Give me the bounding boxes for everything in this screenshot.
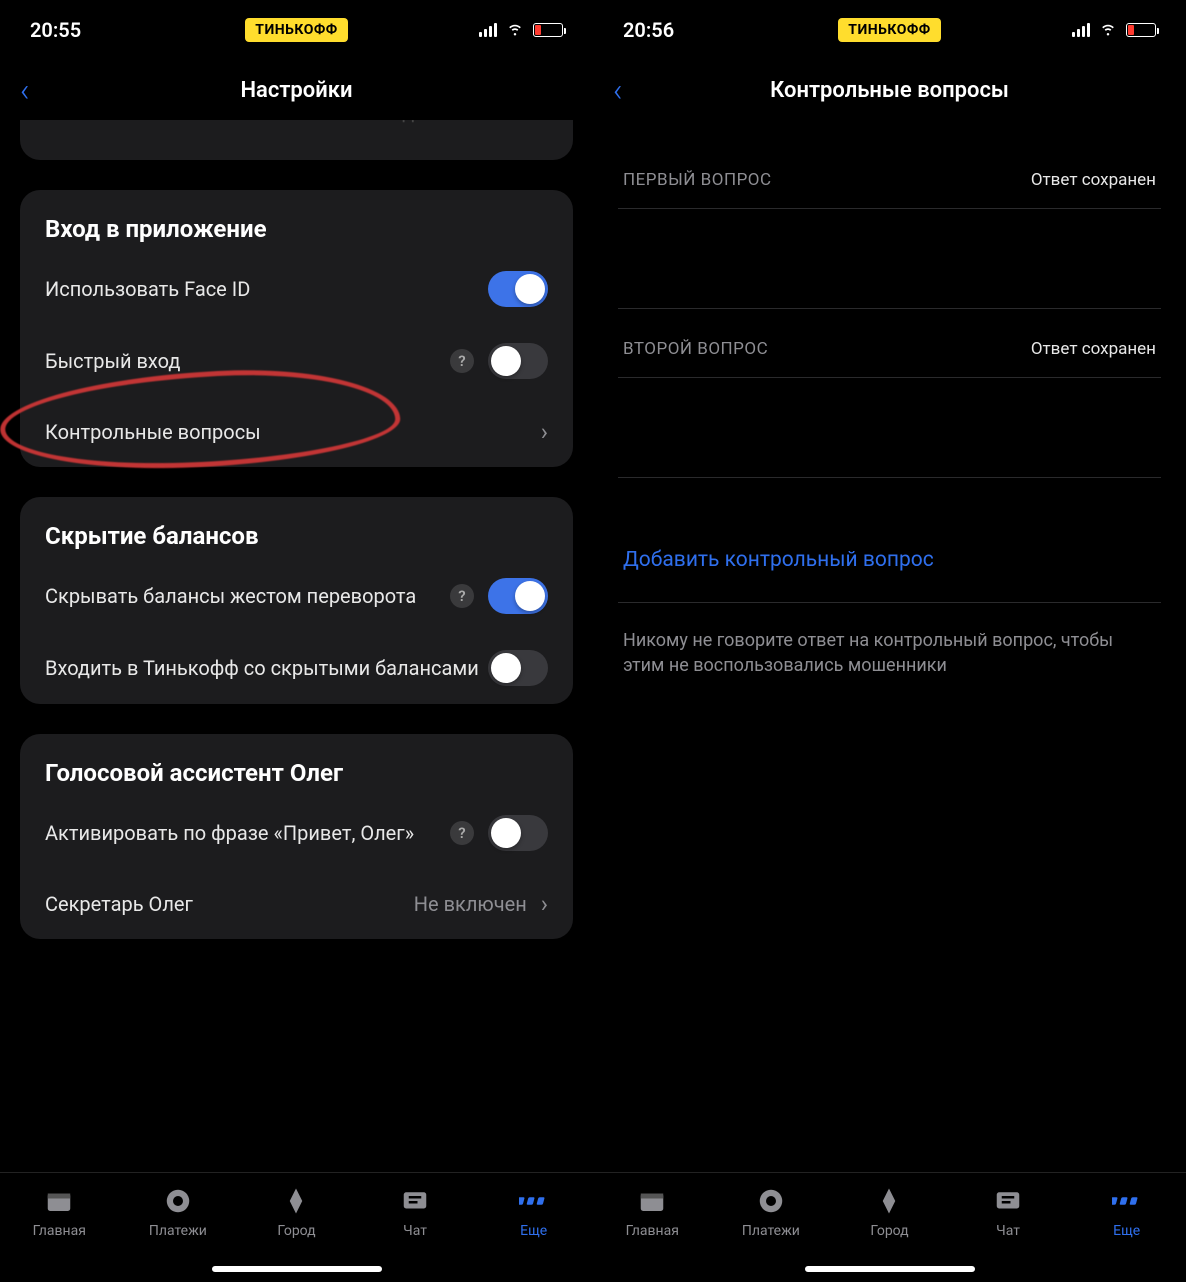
row-quick-login[interactable]: Быстрый вход ? (20, 325, 573, 397)
hidden-login-label: Входить в Тинькофф со скрытыми балансами (45, 656, 488, 681)
questions-content[interactable]: ПЕРВЫЙ ВОПРОС Ответ сохранен ВТОРОЙ ВОПР… (593, 120, 1186, 1172)
wifi-icon (1098, 18, 1118, 43)
help-icon[interactable]: ? (450, 821, 474, 845)
chevron-right-icon: › (541, 418, 548, 446)
chat-icon (992, 1185, 1024, 1217)
status-time: 20:56 (623, 18, 743, 42)
activate-phrase-label: Активировать по фразе «Привет, Олег» (45, 821, 450, 846)
row-secretary[interactable]: Секретарь Олег Не включен › (20, 869, 573, 939)
tab-chat-label: Чат (403, 1223, 427, 1239)
tab-city-label: Город (277, 1223, 315, 1239)
tab-more[interactable]: Еще (489, 1185, 579, 1239)
status-indicators (1036, 18, 1156, 43)
city-icon (280, 1185, 312, 1217)
card-voice-assistant: Голосовой ассистент Олег Активировать по… (20, 734, 573, 939)
card-title-assistant: Голосовой ассистент Олег (20, 734, 573, 797)
tab-city[interactable]: Город (844, 1185, 934, 1239)
home-indicator[interactable] (805, 1266, 975, 1272)
tab-more-label: Еще (1113, 1223, 1140, 1239)
question-2-status: Ответ сохранен (1031, 339, 1156, 359)
row-hide-gesture[interactable]: Скрывать балансы жестом переворота ? (20, 560, 573, 632)
card-title-login: Вход в приложение (20, 190, 573, 253)
cellular-icon (479, 23, 497, 37)
face-id-label: Использовать Face ID (45, 277, 488, 302)
chevron-right-icon: › (541, 890, 548, 918)
row-activate-phrase[interactable]: Активировать по фразе «Привет, Олег» ? (20, 797, 573, 869)
row-hidden-login[interactable]: Входить в Тинькофф со скрытыми балансами (20, 632, 573, 704)
hide-gesture-toggle[interactable] (488, 578, 548, 614)
question-1-status: Ответ сохранен (1031, 170, 1156, 190)
home-icon (636, 1185, 668, 1217)
card-hide-balances: Скрытие балансов Скрывать балансы жестом… (20, 497, 573, 704)
statusbar: 20:56 ТИНЬКОФФ (593, 0, 1186, 60)
navbar: ‹ Контрольные вопросы (593, 60, 1186, 120)
security-questions-label: Контрольные вопросы (45, 420, 541, 445)
battery-icon (533, 23, 563, 37)
tab-home[interactable]: Главная (14, 1185, 104, 1239)
quick-login-toggle[interactable] (488, 343, 548, 379)
city-icon (873, 1185, 905, 1217)
tab-chat[interactable]: Чат (370, 1185, 460, 1239)
brand-badge: ТИНЬКОФФ (245, 18, 347, 42)
card-app-login: Вход в приложение Использовать Face ID Б… (20, 190, 573, 467)
hidden-login-toggle[interactable] (488, 650, 548, 686)
row-face-id[interactable]: Использовать Face ID (20, 253, 573, 325)
wifi-icon (505, 18, 525, 43)
battery-icon (1126, 23, 1156, 37)
payments-icon (755, 1185, 787, 1217)
phone-questions-screen: 20:56 ТИНЬКОФФ ‹ Контрольные вопросы ПЕР… (593, 0, 1186, 1282)
question-2-section[interactable]: ВТОРОЙ ВОПРОС Ответ сохранен (618, 319, 1161, 478)
add-question-link[interactable]: Добавить контрольный вопрос (618, 518, 1161, 603)
quick-login-label: Быстрый вход (45, 349, 450, 374)
tab-payments-label: Платежи (149, 1223, 207, 1239)
tab-payments-label: Платежи (742, 1223, 800, 1239)
hide-gesture-label: Скрывать балансы жестом переворота (45, 584, 450, 609)
home-icon (43, 1185, 75, 1217)
secretary-label: Секретарь Олег (45, 892, 414, 917)
help-icon[interactable]: ? (450, 349, 474, 373)
settings-content[interactable]: Тема Всегда тёмная тема Вход в приложени… (0, 120, 593, 1172)
face-id-toggle[interactable] (488, 271, 548, 307)
question-1-label: ПЕРВЫЙ ВОПРОС (623, 170, 772, 190)
page-title: Настройки (0, 78, 593, 103)
statusbar: 20:55 ТИНЬКОФФ (0, 0, 593, 60)
tab-payments[interactable]: Платежи (133, 1185, 223, 1239)
security-hint: Никому не говорите ответ на контрольный … (618, 603, 1161, 703)
tab-city[interactable]: Город (251, 1185, 341, 1239)
question-2-body[interactable] (618, 378, 1161, 478)
more-icon (518, 1185, 550, 1217)
back-button[interactable]: ‹ (613, 71, 623, 109)
tab-chat[interactable]: Чат (963, 1185, 1053, 1239)
payments-icon (162, 1185, 194, 1217)
tab-home-label: Главная (33, 1223, 86, 1239)
tab-payments[interactable]: Платежи (726, 1185, 816, 1239)
card-appearance-truncated: Тема Всегда тёмная тема (20, 120, 573, 160)
cellular-icon (1072, 23, 1090, 37)
page-title: Контрольные вопросы (593, 78, 1186, 103)
brand-badge: ТИНЬКОФФ (838, 18, 940, 42)
secretary-value: Не включен (414, 892, 527, 916)
tab-chat-label: Чат (996, 1223, 1020, 1239)
phone-settings-screen: 20:55 ТИНЬКОФФ ‹ Настройки Тема Всегда т… (0, 0, 593, 1282)
question-1-section[interactable]: ПЕРВЫЙ ВОПРОС Ответ сохранен (618, 150, 1161, 309)
status-time: 20:55 (30, 18, 150, 42)
tab-home[interactable]: Главная (607, 1185, 697, 1239)
chat-icon (399, 1185, 431, 1217)
question-2-label: ВТОРОЙ ВОПРОС (623, 339, 768, 359)
activate-phrase-toggle[interactable] (488, 815, 548, 851)
back-button[interactable]: ‹ (20, 71, 30, 109)
home-indicator[interactable] (212, 1266, 382, 1272)
question-1-body[interactable] (618, 209, 1161, 309)
status-indicators (443, 18, 563, 43)
tab-more-label: Еще (520, 1223, 547, 1239)
tab-home-label: Главная (626, 1223, 679, 1239)
card-title-balances: Скрытие балансов (20, 497, 573, 560)
navbar: ‹ Настройки (0, 60, 593, 120)
tab-city-label: Город (870, 1223, 908, 1239)
tab-more[interactable]: Еще (1082, 1185, 1172, 1239)
more-icon (1111, 1185, 1143, 1217)
row-security-questions[interactable]: Контрольные вопросы › (20, 397, 573, 467)
help-icon[interactable]: ? (450, 584, 474, 608)
